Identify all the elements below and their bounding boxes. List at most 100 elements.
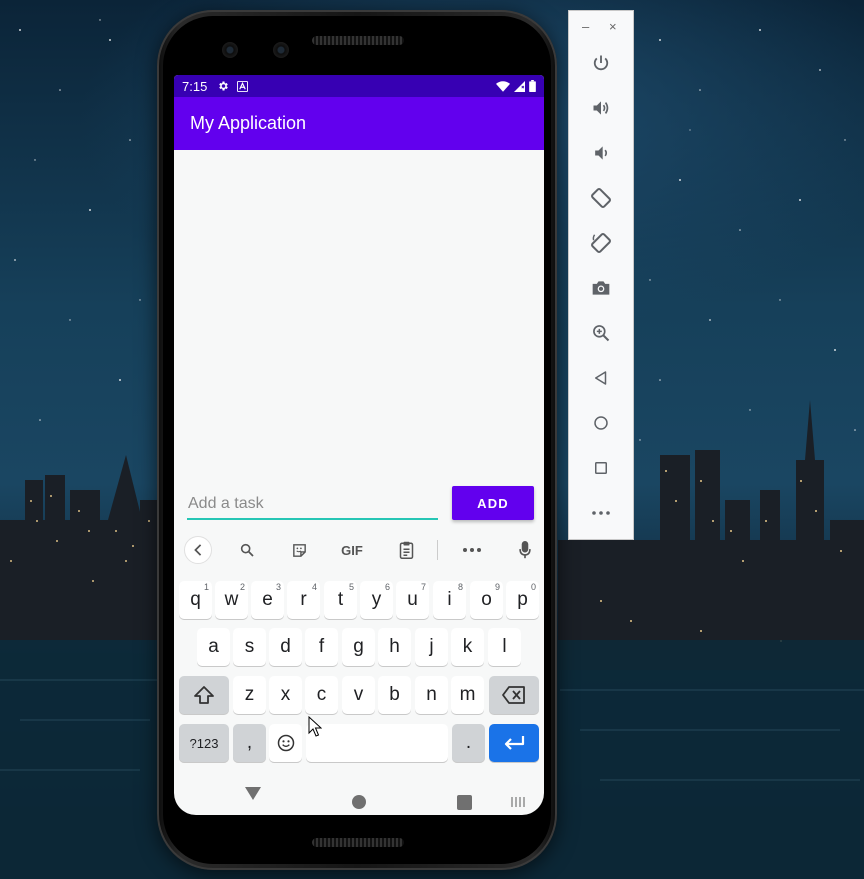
comma-key[interactable]: ,: [233, 724, 266, 762]
phone-frame: 7:15 My Application Add a task ADD GIF q…: [157, 10, 557, 870]
volume-up-button[interactable]: [588, 95, 614, 121]
key-label: t: [337, 589, 344, 610]
key-m[interactable]: m: [451, 676, 484, 714]
key-hint: 7: [420, 582, 426, 592]
backspace-icon: [502, 686, 525, 704]
enter-icon: [504, 736, 525, 750]
more-options-button[interactable]: [588, 500, 614, 526]
keyboard-row-4: ?123 , .: [174, 724, 544, 764]
back-triangle-icon: [595, 371, 607, 385]
period-key[interactable]: .: [452, 724, 485, 762]
key-label: p: [517, 589, 528, 610]
key-j[interactable]: j: [415, 628, 448, 666]
sticker-icon[interactable]: [284, 537, 314, 563]
key-hint: 2: [239, 582, 245, 592]
key-hint: 5: [348, 582, 354, 592]
key-z[interactable]: z: [233, 676, 266, 714]
gear-icon: [217, 80, 229, 92]
key-label: y: [371, 589, 382, 610]
shift-icon: [194, 686, 214, 704]
key-i[interactable]: i8: [433, 581, 466, 619]
soft-keyboard: GIF q1 w2 e3 r4 t5 y6 u7 i 8 o 9 p 0 a s…: [174, 531, 544, 771]
nav-home-icon[interactable]: [352, 795, 366, 809]
add-task-button[interactable]: ADD: [452, 486, 534, 520]
key-y[interactable]: y6: [360, 581, 393, 619]
rotate-left-button[interactable]: [588, 185, 614, 211]
overview-button[interactable]: [588, 455, 614, 481]
key-hint: 3: [275, 582, 281, 592]
zoom-button[interactable]: [588, 320, 614, 346]
key-x[interactable]: x: [269, 676, 302, 714]
key-r[interactable]: r4: [287, 581, 320, 619]
key-label: w: [224, 589, 239, 610]
clipboard-icon[interactable]: [391, 537, 421, 563]
gif-icon[interactable]: GIF: [336, 537, 368, 563]
key-f[interactable]: f: [305, 628, 338, 666]
key-p[interactable]: p0: [506, 581, 539, 619]
front-sensor: [273, 42, 289, 58]
key-g[interactable]: g: [342, 628, 375, 666]
more-icon[interactable]: [457, 537, 487, 563]
key-h[interactable]: h: [378, 628, 411, 666]
key-u[interactable]: u7: [396, 581, 429, 619]
status-right-icons: [496, 80, 536, 92]
key-o[interactable]: o9: [470, 581, 503, 619]
key-n[interactable]: n: [415, 676, 448, 714]
keyboard-row-1: q1 w2 e3 r4 t5 y6 u7 i8 o9 p0: [174, 581, 544, 621]
enter-key[interactable]: [489, 724, 539, 762]
close-button[interactable]: ×: [609, 19, 617, 34]
power-button[interactable]: [588, 50, 614, 76]
key-d[interactable]: d: [269, 628, 302, 666]
a-badge-icon: [237, 80, 249, 92]
key-t[interactable]: t5: [324, 581, 357, 619]
key-v[interactable]: v: [342, 676, 375, 714]
wifi-icon: [496, 80, 510, 92]
keyboard-toolbar: GIF: [174, 531, 544, 569]
key-k[interactable]: k: [451, 628, 484, 666]
shift-key[interactable]: [179, 676, 229, 714]
power-icon: [593, 55, 609, 71]
keyboard-row-2: a s d f g h j k l: [174, 628, 544, 668]
key-label: o: [481, 589, 492, 610]
keyboard-switch-icon[interactable]: [511, 797, 525, 807]
rotate-right-button[interactable]: [588, 230, 614, 256]
search-icon[interactable]: [232, 537, 262, 563]
key-w[interactable]: w2: [215, 581, 248, 619]
key-q[interactable]: q1: [179, 581, 212, 619]
key-s[interactable]: s: [233, 628, 266, 666]
overview-square-icon: [595, 462, 607, 474]
nav-recent-icon[interactable]: [457, 795, 472, 810]
back-button[interactable]: [588, 365, 614, 391]
app-title: My Application: [190, 113, 307, 133]
minimize-button[interactable]: –: [582, 19, 589, 34]
key-b[interactable]: b: [378, 676, 411, 714]
backspace-key[interactable]: [489, 676, 539, 714]
rotate-right-icon: [591, 233, 611, 253]
screenshot-button[interactable]: [588, 275, 614, 301]
key-a[interactable]: a: [197, 628, 230, 666]
nav-back-icon[interactable]: [245, 787, 261, 800]
add-task-input[interactable]: [187, 488, 438, 520]
mic-icon[interactable]: [510, 537, 540, 563]
home-button[interactable]: [588, 410, 614, 436]
key-hint: 0: [530, 582, 536, 592]
key-l[interactable]: l: [488, 628, 521, 666]
key-label: e: [262, 589, 273, 610]
symbols-key[interactable]: ?123: [179, 724, 229, 762]
space-key[interactable]: [306, 724, 448, 762]
key-label: i: [447, 589, 452, 610]
key-e[interactable]: e3: [251, 581, 284, 619]
key-label: q: [190, 589, 201, 610]
key-c[interactable]: c: [305, 676, 338, 714]
status-bar: 7:15: [174, 75, 544, 97]
status-time: 7:15: [182, 78, 208, 94]
front-camera: [222, 42, 238, 58]
earpiece-speaker: [312, 36, 404, 45]
emoji-key[interactable]: [269, 724, 302, 762]
volume-down-button[interactable]: [588, 140, 614, 166]
key-hint: 6: [384, 582, 390, 592]
key-hint: 1: [203, 582, 209, 592]
device-screen: 7:15 My Application Add a task ADD GIF q…: [174, 75, 544, 815]
toolbar-divider: [437, 540, 438, 560]
chevron-left-icon[interactable]: [184, 536, 212, 564]
